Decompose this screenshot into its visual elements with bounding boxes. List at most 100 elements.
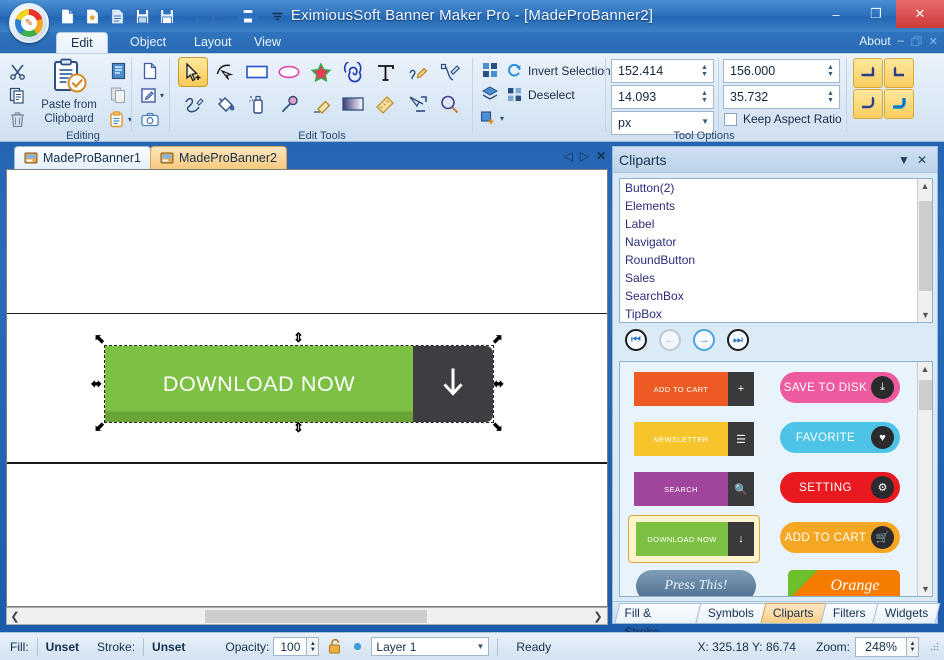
print-icon[interactable]: [237, 5, 259, 27]
ribbon-minimize-button[interactable]: –: [898, 35, 904, 47]
copy-icon[interactable]: [5, 83, 29, 107]
invert-selection-button[interactable]: Invert Selection: [507, 63, 611, 78]
canvas-container[interactable]: DOWNLOAD NOW ⬉ ⇕ ⬈ ⬌ ⬌ ⬋ ⇕ ⬊: [6, 169, 608, 607]
last-page-button[interactable]: ⏭: [727, 329, 749, 351]
handle-top-right[interactable]: ⬈: [492, 332, 503, 345]
stroke-value[interactable]: Unset: [152, 640, 185, 654]
height-input[interactable]: 35.732 ▲ ▼: [723, 85, 840, 109]
panel-close-icon[interactable]: ✕: [913, 153, 931, 167]
clipart-item-4[interactable]: SEARCH 🔍: [634, 472, 754, 506]
connector-tool[interactable]: [402, 89, 432, 119]
duplicate-icon[interactable]: [138, 59, 162, 83]
selection-options-icon[interactable]: [476, 106, 500, 130]
rectangle-tool[interactable]: [242, 57, 272, 87]
ribbon-tab-object[interactable]: Object: [116, 32, 180, 54]
clipart-item-2[interactable]: NEWSLETTER ☰: [634, 422, 754, 456]
tab-filters[interactable]: Filters: [820, 603, 879, 623]
rotate-right-button[interactable]: [884, 58, 914, 88]
text-tool[interactable]: [370, 57, 400, 87]
category-scroll-down-icon[interactable]: ▼: [918, 308, 932, 322]
calligraphy-tool[interactable]: [178, 89, 208, 119]
zoom-value[interactable]: 248%: [855, 636, 907, 657]
customize-qat-icon[interactable]: [266, 5, 288, 27]
select-tool[interactable]: [178, 57, 208, 87]
scroll-left-button[interactable]: ❮: [7, 610, 23, 623]
clipart-item-6[interactable]: DOWNLOAD NOW ↓: [636, 522, 754, 556]
eyedropper-tool[interactable]: [274, 89, 304, 119]
width-spinner[interactable]: ▲ ▼: [823, 61, 838, 81]
eraser-tool[interactable]: [306, 89, 336, 119]
category-item-2[interactable]: Label: [620, 215, 932, 233]
clipart-item-5[interactable]: SETTING ⚙: [780, 472, 900, 503]
first-page-button[interactable]: ⏮: [625, 329, 647, 351]
cut-icon[interactable]: [5, 59, 29, 83]
bezier-tool[interactable]: [434, 57, 464, 87]
zoom-spinner[interactable]: ▲ ▼: [907, 636, 919, 657]
gradient-tool[interactable]: [338, 89, 368, 119]
spiral-tool[interactable]: [338, 57, 368, 87]
ribbon-tab-view[interactable]: View: [240, 32, 295, 54]
layer-select[interactable]: Layer 1 ▼: [371, 637, 490, 656]
canvas-horizontal-scrollbar[interactable]: ❮ ❯: [6, 607, 608, 625]
visible-icon[interactable]: [352, 641, 363, 652]
clipart-item-3[interactable]: FAVORITE ♥: [780, 422, 900, 453]
paint-bucket-tool[interactable]: [210, 89, 240, 119]
width-input[interactable]: 156.000 ▲ ▼: [723, 59, 840, 83]
pencil-tool[interactable]: [402, 57, 432, 87]
category-item-3[interactable]: Navigator: [620, 233, 932, 251]
clipart-grid-scrollbar[interactable]: ▲ ▼: [917, 362, 932, 596]
unlock-icon[interactable]: [327, 638, 344, 655]
grid-scroll-up-icon[interactable]: ▲: [918, 362, 932, 376]
category-list-scrollbar[interactable]: ▲ ▼: [917, 179, 932, 322]
x-position-spinner[interactable]: ▲ ▼: [697, 61, 712, 81]
x-position-input[interactable]: 152.414 ▲ ▼: [611, 59, 714, 83]
save-icon[interactable]: [131, 5, 153, 27]
clipart-item-8[interactable]: Press This!: [636, 570, 756, 596]
close-button[interactable]: ✕: [896, 0, 944, 28]
keep-aspect-checkbox-box[interactable]: [724, 112, 737, 126]
grid-scroll-thumb[interactable]: [919, 380, 932, 410]
edit-image-icon[interactable]: [136, 83, 160, 107]
resize-grip-icon[interactable]: [929, 641, 944, 652]
category-item-7[interactable]: TipBox: [620, 305, 932, 322]
zoom-tool[interactable]: [434, 89, 464, 119]
layer-chevron-down-icon[interactable]: ▼: [476, 642, 484, 651]
fill-value[interactable]: Unset: [46, 640, 79, 654]
minimize-button[interactable]: –: [816, 0, 856, 28]
height-spinner[interactable]: ▲ ▼: [823, 87, 838, 107]
category-item-0[interactable]: Button(2): [620, 179, 932, 197]
ribbon-tab-layout[interactable]: Layout: [180, 32, 246, 54]
next-page-button[interactable]: →: [693, 329, 715, 351]
delete-icon[interactable]: [5, 107, 29, 131]
ribbon-tab-edit[interactable]: Edit: [56, 32, 108, 54]
ribbon-close-button[interactable]: ✕: [929, 35, 938, 48]
keep-aspect-ratio-checkbox[interactable]: Keep Aspect Ratio: [724, 112, 842, 126]
ellipse-tool[interactable]: [274, 57, 304, 87]
handle-middle-right[interactable]: ⬌: [493, 377, 504, 390]
app-logo-icon[interactable]: ✎: [9, 3, 49, 43]
node-edit-tool[interactable]: [210, 57, 240, 87]
clipart-thumbnail-grid[interactable]: ADD TO CART + SAVE TO DISK ⤓ NEWSLETTER …: [619, 361, 933, 597]
handle-bottom-left[interactable]: ⬋: [94, 420, 105, 433]
category-item-5[interactable]: Sales: [620, 269, 932, 287]
tab-symbols[interactable]: Symbols: [695, 603, 767, 623]
tab-prev-button[interactable]: ◁: [563, 149, 572, 163]
category-scroll-thumb[interactable]: [919, 201, 932, 291]
redo-icon[interactable]: [206, 5, 228, 27]
clipart-item-1[interactable]: SAVE TO DISK ⤓: [780, 372, 900, 403]
tab-cliparts[interactable]: Cliparts: [760, 603, 827, 623]
scroll-right-button[interactable]: ❯: [590, 610, 606, 623]
clipart-item-7[interactable]: ADD TO CART 🛒: [780, 522, 900, 553]
maximize-button[interactable]: ❐: [856, 0, 896, 28]
flip-horizontal-button[interactable]: [853, 89, 883, 119]
new-document-icon[interactable]: [56, 5, 78, 27]
ribbon-restore-button[interactable]: [910, 35, 922, 47]
opacity-spinner[interactable]: ▲ ▼: [307, 637, 320, 656]
tab-close-button[interactable]: ✕: [596, 149, 606, 163]
clipart-item-0[interactable]: ADD TO CART +: [634, 372, 754, 406]
select-same-icon[interactable]: [478, 82, 502, 106]
tab-fill-stroke[interactable]: Fill & Stroke: [614, 603, 702, 639]
copy-image-icon[interactable]: [106, 83, 130, 107]
spray-tool[interactable]: [242, 89, 272, 119]
category-item-6[interactable]: SearchBox: [620, 287, 932, 305]
